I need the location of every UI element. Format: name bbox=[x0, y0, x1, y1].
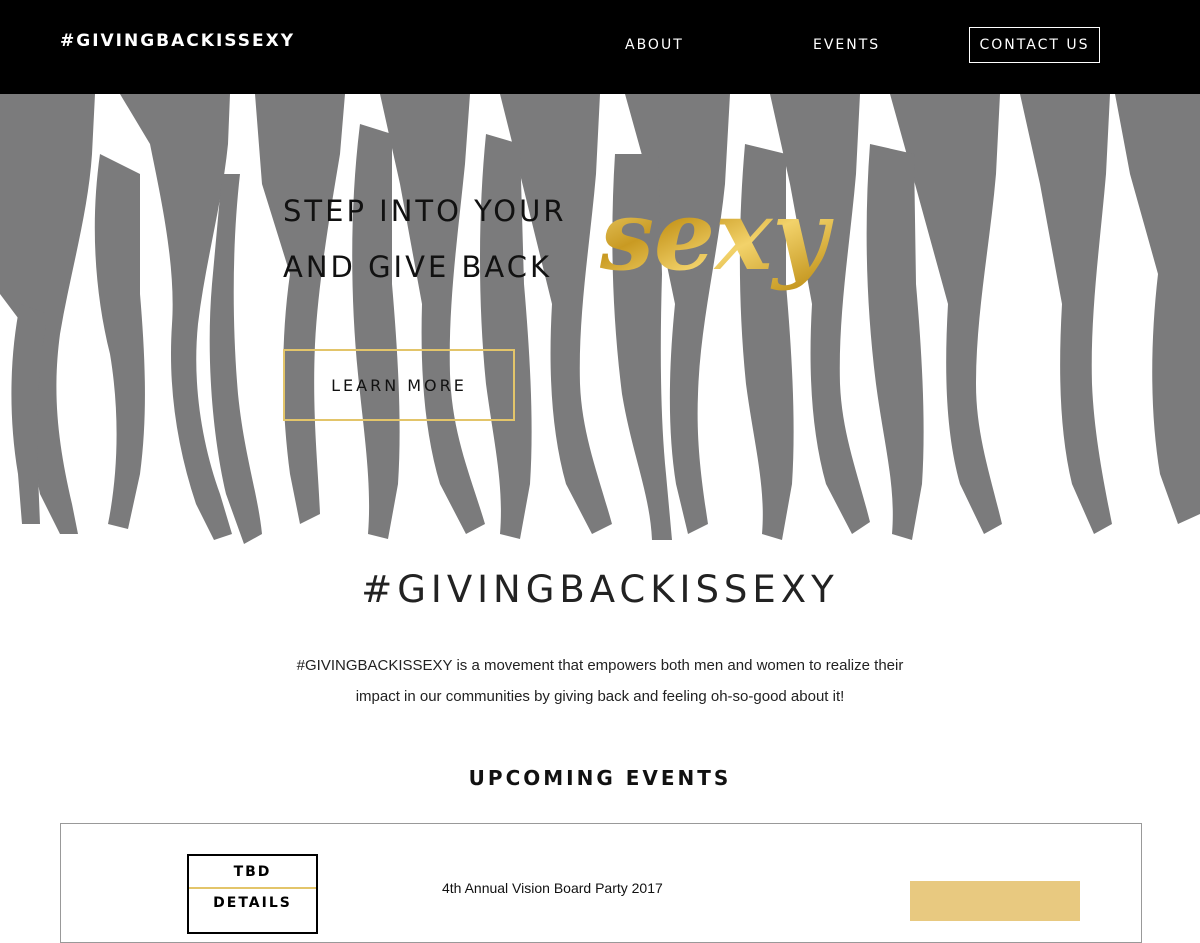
event-date-top: TBD bbox=[189, 856, 316, 889]
script-word-text: sexy bbox=[599, 179, 834, 292]
site-logo-link[interactable]: #GIVINGBACKISSEXY bbox=[60, 31, 295, 51]
upcoming-events-heading: UPCOMING EVENTS bbox=[468, 766, 732, 790]
event-card: TBD DETAILS 4th Annual Vision Board Part… bbox=[60, 823, 1142, 943]
hero-headline-line-1: STEP INTO YOUR bbox=[283, 194, 567, 228]
event-title[interactable]: 4th Annual Vision Board Party 2017 bbox=[442, 880, 663, 896]
hero-banner: STEP INTO YOUR AND GIVE BACK sexy LEARN … bbox=[0, 94, 1200, 564]
nav-link-events[interactable]: EVENTS bbox=[813, 37, 880, 53]
event-date-bottom: DETAILS bbox=[213, 895, 292, 911]
contact-us-button[interactable]: CONTACT US bbox=[969, 27, 1100, 63]
top-navigation-bar: #GIVINGBACKISSEXY ABOUT EVENTS CONTACT U… bbox=[0, 0, 1200, 94]
event-date-badge: TBD DETAILS bbox=[187, 854, 318, 934]
learn-more-button[interactable]: LEARN MORE bbox=[283, 349, 515, 421]
page-title: #GIVINGBACKISSEXY bbox=[361, 568, 839, 611]
event-action-button[interactable] bbox=[910, 881, 1080, 921]
nav-link-about[interactable]: ABOUT bbox=[625, 37, 684, 53]
intro-paragraph: #GIVINGBACKISSEXY is a movement that emp… bbox=[296, 657, 904, 705]
gold-script-word: sexy bbox=[599, 179, 834, 292]
hero-headline-line-2: AND GIVE BACK bbox=[283, 250, 552, 284]
